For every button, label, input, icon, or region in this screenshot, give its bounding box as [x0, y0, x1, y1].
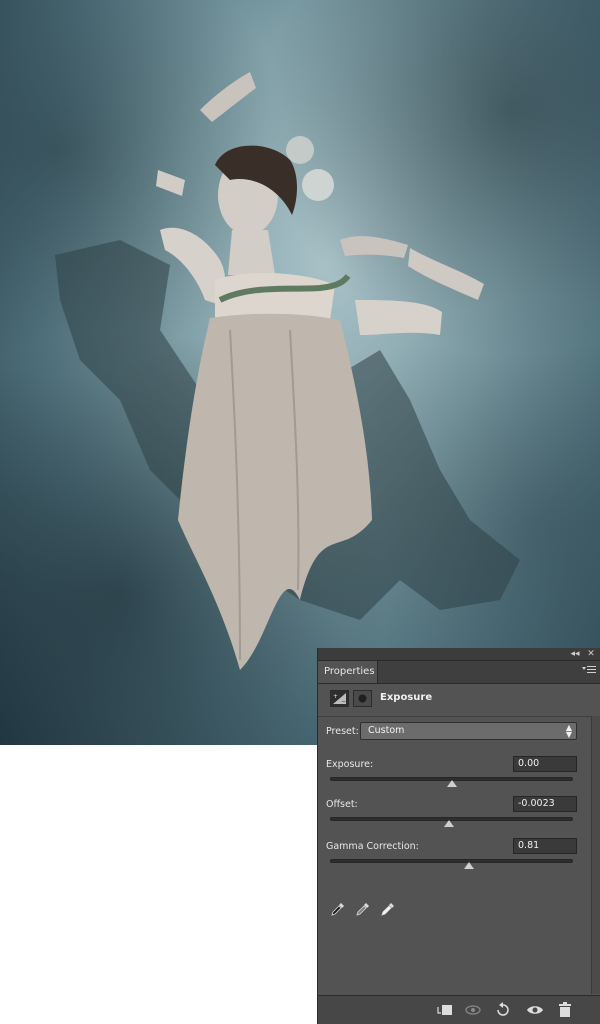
panel-menu-icon[interactable]: [582, 665, 596, 677]
photo-artwork: [55, 72, 520, 670]
adjustment-controls: Preset: Custom ▲ ▼ Exposure: 0.00 Offset:…: [318, 716, 593, 995]
panel-titlebar: ◂◂ ✕: [318, 648, 600, 661]
layer-mask-icon[interactable]: [353, 690, 372, 707]
offset-label: Offset:: [326, 799, 358, 810]
svg-text:−: −: [341, 698, 346, 705]
reset-icon[interactable]: [494, 1002, 512, 1018]
black-point-eyedropper-icon[interactable]: [330, 901, 346, 917]
document-canvas[interactable]: [0, 0, 600, 745]
preset-label: Preset:: [326, 726, 359, 737]
visibility-icon[interactable]: [526, 1002, 544, 1018]
clip-to-layer-icon[interactable]: [436, 1002, 454, 1018]
adjustment-header: + − Exposure: [318, 684, 600, 716]
gray-point-eyedropper-icon[interactable]: [355, 901, 371, 917]
panel-scrollbar[interactable]: [591, 716, 600, 994]
chevron-updown-icon: ▲ ▼: [565, 723, 572, 739]
exposure-slider-thumb[interactable]: [446, 780, 457, 787]
offset-slider-thumb[interactable]: [444, 820, 455, 827]
panel-bottom-bar: [318, 995, 600, 1024]
collapse-icon[interactable]: ◂◂: [568, 648, 582, 660]
view-previous-state-icon[interactable]: [464, 1002, 482, 1018]
exposure-label: Exposure:: [326, 759, 374, 770]
delete-icon[interactable]: [556, 1002, 574, 1018]
svg-text:+: +: [333, 693, 338, 700]
preset-value: Custom: [368, 725, 405, 736]
offset-field[interactable]: -0.0023: [513, 796, 577, 812]
gamma-label: Gamma Correction:: [326, 841, 419, 852]
adjustment-title: Exposure: [380, 692, 433, 703]
gamma-slider[interactable]: [330, 859, 573, 863]
gamma-field[interactable]: 0.81: [513, 838, 577, 854]
preset-select[interactable]: Custom ▲ ▼: [360, 722, 577, 740]
gamma-slider-thumb[interactable]: [463, 862, 474, 869]
exposure-adjustment-icon[interactable]: + −: [330, 690, 349, 707]
panel-tab-row: Properties: [318, 661, 600, 684]
exposure-field[interactable]: 0.00: [513, 756, 577, 772]
close-icon[interactable]: ✕: [584, 648, 598, 660]
tab-properties[interactable]: Properties: [318, 661, 378, 683]
properties-panel: ◂◂ ✕ Properties + − Exposure Preset: Cust…: [317, 648, 600, 1024]
white-point-eyedropper-icon[interactable]: [380, 901, 396, 917]
